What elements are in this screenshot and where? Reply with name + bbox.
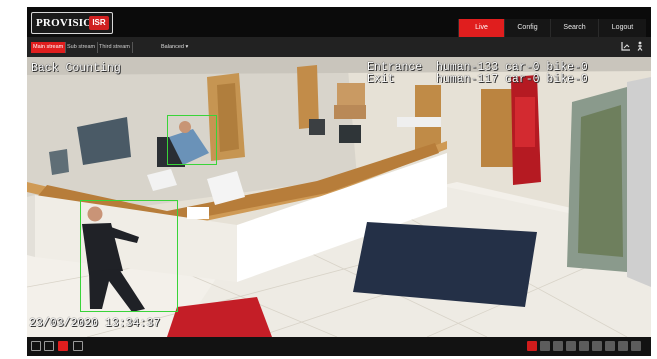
osd-exit-count: Exit human-117 car-0 bike-0 bbox=[367, 73, 588, 86]
logo-badge: ISR bbox=[89, 16, 109, 30]
bottom-toolbar bbox=[27, 337, 651, 356]
record-icon[interactable] bbox=[58, 341, 68, 351]
snapshot-icon[interactable] bbox=[540, 341, 550, 351]
alarm-icon[interactable] bbox=[527, 341, 537, 351]
logout-button[interactable]: Logout bbox=[598, 19, 646, 37]
layout-icon[interactable] bbox=[73, 341, 83, 351]
ptz-icon[interactable] bbox=[605, 341, 615, 351]
chevron-down-icon: ▾ bbox=[185, 44, 189, 50]
live-view-window: PROVISION ISR Live Config Search Logout … bbox=[27, 7, 651, 356]
tab-config[interactable]: Config bbox=[504, 19, 550, 37]
layout-icon[interactable] bbox=[621, 41, 631, 55]
brand-logo: PROVISION ISR bbox=[31, 12, 113, 34]
tab-main-stream[interactable]: Main stream bbox=[31, 42, 67, 53]
stream-bar: Main stream Sub stream Third stream Bala… bbox=[27, 37, 651, 57]
top-bar: PROVISION ISR Live Config Search Logout bbox=[27, 7, 651, 37]
grid-icon[interactable] bbox=[44, 341, 54, 351]
tab-search[interactable]: Search bbox=[550, 19, 598, 37]
display-ratio-icon[interactable] bbox=[631, 341, 641, 351]
quality-label: Balanced bbox=[161, 44, 184, 50]
tab-sub-stream[interactable]: Sub stream bbox=[65, 42, 99, 53]
osd-title: Back Counting bbox=[31, 62, 121, 75]
zoom-icon[interactable] bbox=[566, 341, 576, 351]
camera-feed[interactable]: Back Counting Entrance human-133 car-0 b… bbox=[27, 57, 651, 337]
detection-box bbox=[167, 115, 217, 165]
record-icon[interactable] bbox=[553, 341, 563, 351]
talk-icon[interactable] bbox=[592, 341, 602, 351]
quality-select[interactable]: Balanced ▾ bbox=[161, 42, 188, 53]
tab-live[interactable]: Live bbox=[458, 19, 504, 37]
fullscreen-icon[interactable] bbox=[31, 341, 41, 351]
fisheye-icon[interactable] bbox=[618, 341, 628, 351]
osd-timestamp: 23/03/2020 13:34:37 bbox=[29, 317, 161, 330]
tab-third-stream[interactable]: Third stream bbox=[97, 42, 133, 53]
detection-box bbox=[80, 200, 178, 312]
person-icon[interactable] bbox=[635, 41, 645, 55]
audio-icon[interactable] bbox=[579, 341, 589, 351]
main-nav: Live Config Search Logout bbox=[458, 19, 646, 37]
